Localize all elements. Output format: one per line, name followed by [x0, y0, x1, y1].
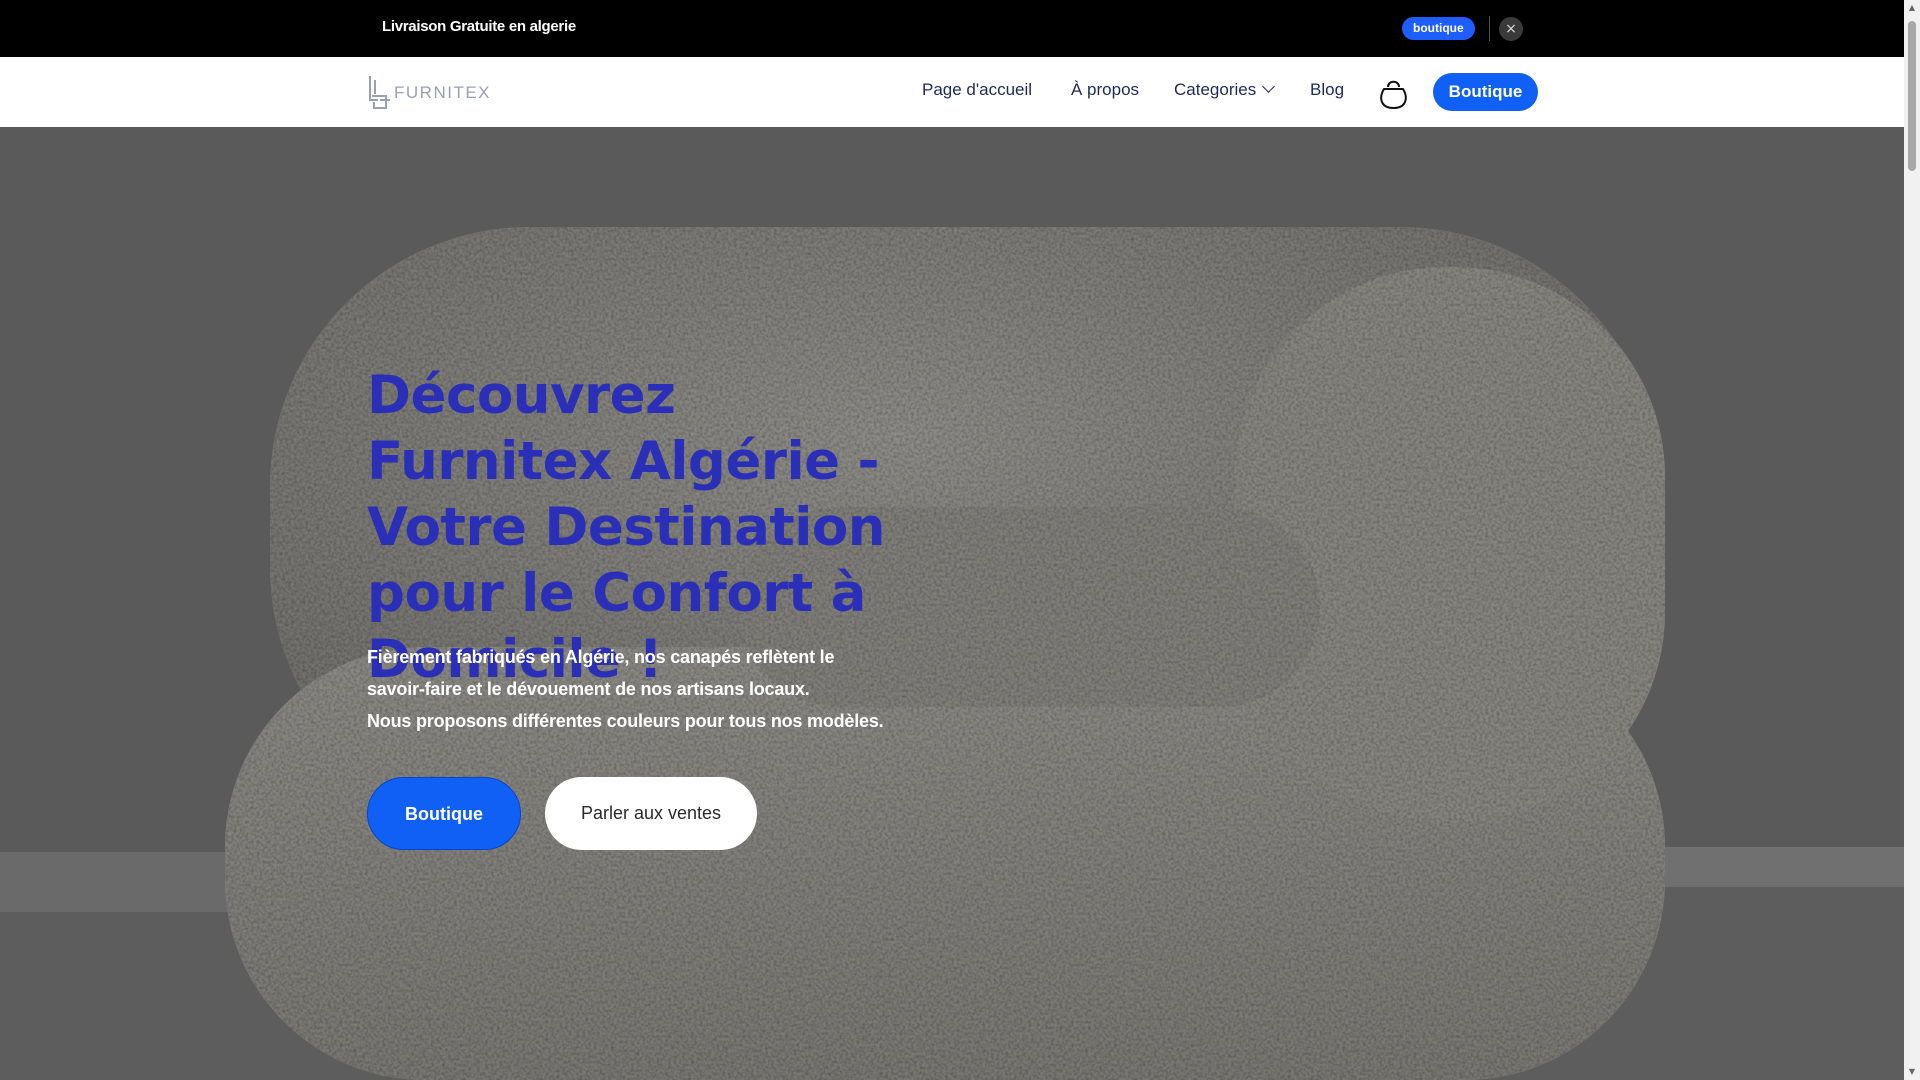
announcement-boutique-button[interactable]: boutique	[1402, 17, 1475, 40]
nav-home[interactable]: Page d'accueil	[922, 80, 1032, 100]
hero-subtitle: Fièrement fabriqués en Algérie, nos cana…	[367, 641, 967, 737]
nav-categories[interactable]: Categories	[1174, 80, 1276, 100]
nav-categories-label: Categories	[1174, 80, 1257, 99]
hero-section: Découvrez Furnitex Algérie - Votre Desti…	[0, 127, 1904, 1080]
site-header: FURNITEX Page d'accueil À propos Categor…	[0, 57, 1904, 127]
announcement-bar: Livraison Gratuite en algerie boutique ×	[0, 0, 1904, 57]
header-boutique-button[interactable]: Boutique	[1433, 73, 1538, 111]
logo-mark-icon	[369, 76, 390, 109]
chevron-down-icon	[1262, 80, 1276, 93]
nav-about[interactable]: À propos	[1071, 80, 1139, 100]
logo-text: FURNITEX	[394, 83, 491, 102]
close-icon[interactable]: ×	[1499, 17, 1523, 41]
scrollbar-thumb[interactable]	[1908, 21, 1916, 171]
talk-to-sales-button[interactable]: Parler aux ventes	[545, 777, 757, 850]
shopping-bag-icon[interactable]	[1378, 77, 1409, 109]
logo[interactable]: FURNITEX	[366, 73, 491, 113]
hero-subtitle-line-3: Nous proposons différentes couleurs pour…	[367, 711, 884, 731]
announcement-text: Livraison Gratuite en algerie	[382, 18, 576, 35]
announcement-divider	[1489, 16, 1490, 41]
hero-subtitle-line-1: Fièrement fabriqués en Algérie, nos cana…	[367, 647, 835, 667]
scroll-up-arrow-icon[interactable]: ▲	[1908, 4, 1916, 12]
armchair-image	[0, 127, 1904, 1080]
hero-subtitle-line-2: savoir-faire et le dévouement de nos art…	[367, 679, 810, 699]
nav-blog[interactable]: Blog	[1310, 80, 1344, 100]
hero-boutique-button[interactable]: Boutique	[367, 777, 521, 850]
scroll-down-arrow-icon[interactable]: ▼	[1908, 1068, 1916, 1076]
